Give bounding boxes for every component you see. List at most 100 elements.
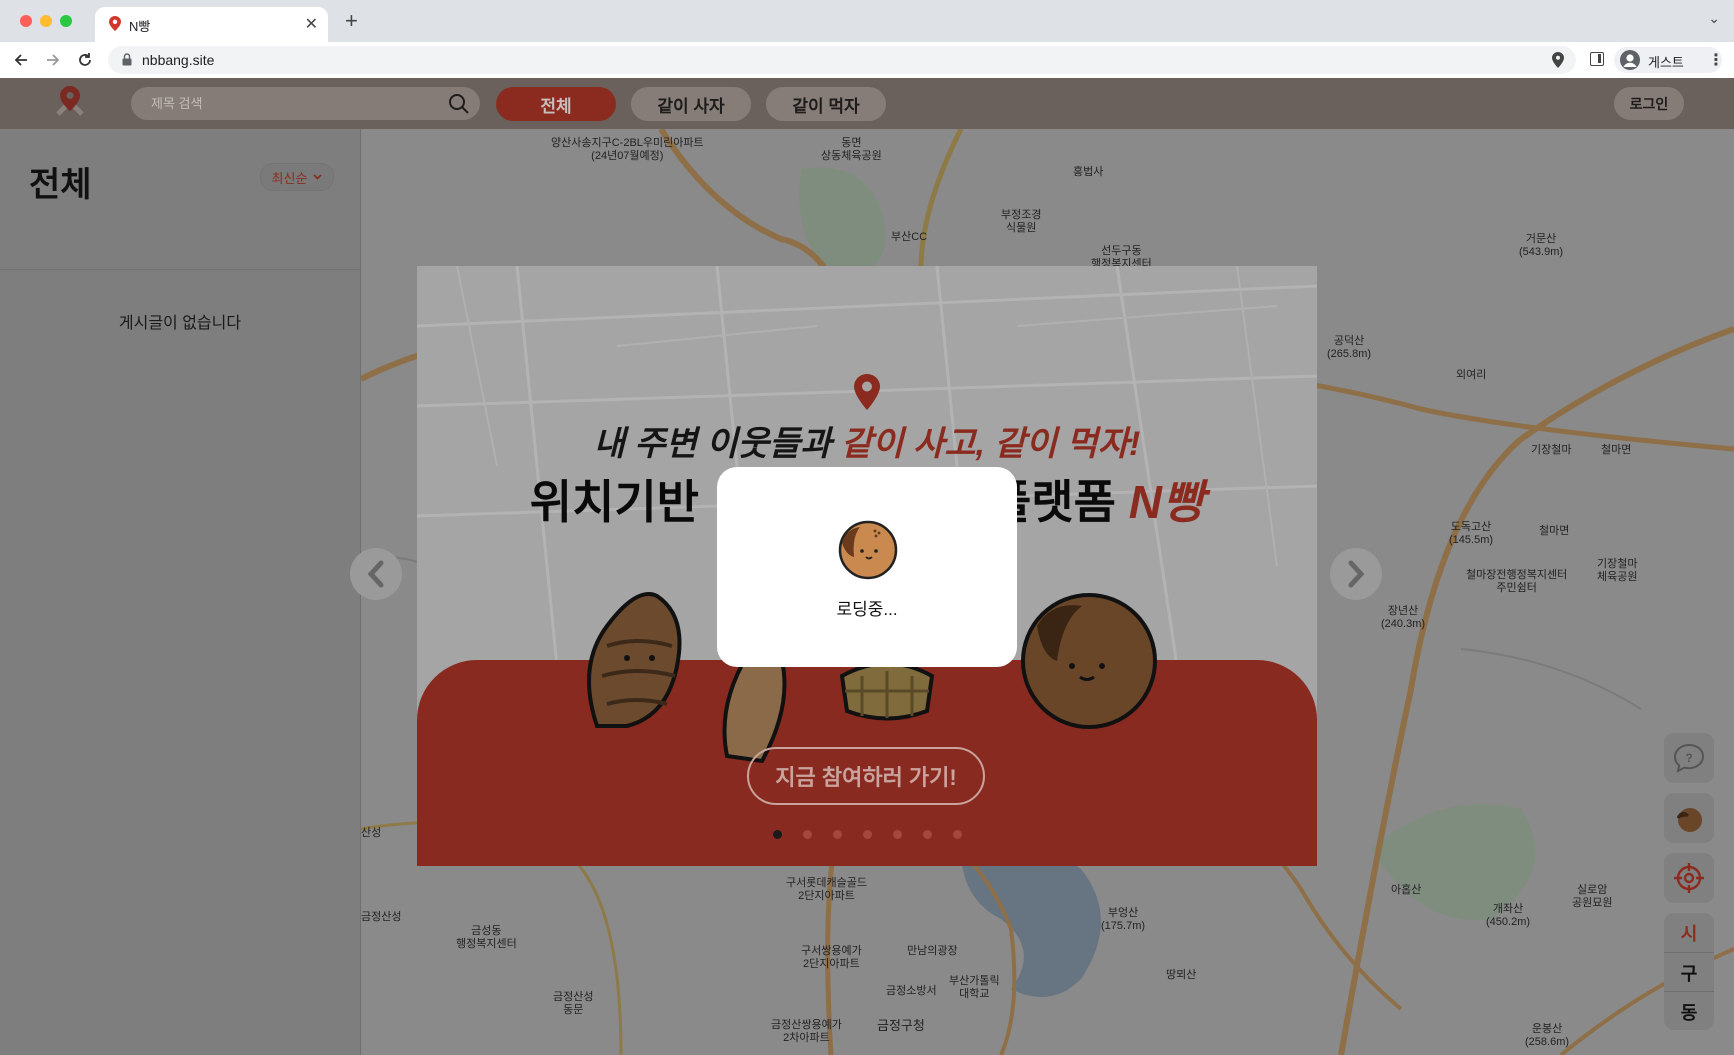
empty-post-message: 게시글이 없습니다 <box>118 315 242 332</box>
banner-headline-prefix: 내 주변 이웃들과 <box>593 425 841 463</box>
map-label: 외여리 <box>1456 369 1487 381</box>
loading-dialog: 로딩중... <box>717 467 1017 667</box>
arrow-left-icon <box>14 54 27 66</box>
back-button[interactable] <box>9 48 33 72</box>
map-label: 거문산 (543.9m) <box>1519 233 1564 258</box>
map-label: 기장철마 <box>1531 444 1572 456</box>
map-label: 홍법사 <box>1073 166 1104 178</box>
banner-headline: 내 주변 이웃들과 같이 사고, 같이 먹자! <box>417 416 1317 465</box>
bread-character-icon <box>1676 808 1702 832</box>
sort-label: 최신순 <box>271 170 308 186</box>
browser-tab-bar: N빵 ✕ + ⌄ <box>0 0 1734 42</box>
map-label: 양산사송지구C-2BL우미린아파트 (24년07월예정) <box>551 137 704 162</box>
url-text: nbbang.site <box>142 52 215 68</box>
chat-help-icon: ? <box>1673 743 1705 773</box>
bread-character-icon <box>838 520 898 580</box>
carousel-next-button[interactable] <box>1330 548 1382 600</box>
reload-button[interactable] <box>73 48 97 72</box>
divider <box>0 269 360 270</box>
carousel-dot-active[interactable] <box>773 830 782 839</box>
carousel-dot[interactable] <box>863 830 872 839</box>
map-label: 만남의광장 <box>907 945 958 957</box>
carousel-dot[interactable] <box>953 830 962 839</box>
map-label: 기장철마 체육공원 <box>1597 558 1638 583</box>
map-label: 금정구청 <box>877 1018 925 1033</box>
current-location-button[interactable] <box>1664 853 1714 903</box>
address-bar[interactable]: nbbang.site <box>108 46 1576 74</box>
lock-icon <box>122 53 132 66</box>
region-level-city[interactable]: 시 <box>1664 913 1714 952</box>
carousel-dot[interactable] <box>803 830 812 839</box>
map-label: 운봉산 (258.6m) <box>1525 1023 1570 1048</box>
map-label: 금정산성 <box>361 911 402 923</box>
side-panel-icon[interactable] <box>1590 52 1604 66</box>
chevron-left-icon <box>367 560 384 588</box>
more-menu-icon[interactable]: ⋮ <box>1708 50 1724 70</box>
banner-brand: N빵 <box>1128 476 1205 528</box>
map-label: 공덕산 (265.8m) <box>1327 335 1372 360</box>
map-label: 땅뫼산 <box>1166 969 1197 981</box>
profile-label: 게스트 <box>1648 55 1684 70</box>
map-label: 금정소방서 <box>886 985 937 997</box>
map-pin-icon <box>854 374 880 410</box>
carousel-dot[interactable] <box>923 830 932 839</box>
map-label: 철마장전행정복지센터 주민쉼터 <box>1466 569 1568 594</box>
sidebar-title: 전체 <box>29 166 92 204</box>
search-icon[interactable] <box>448 93 470 115</box>
person-icon <box>1620 50 1640 70</box>
map-label: 구서쌍용예가 2단지아파트 <box>801 945 862 970</box>
search-box <box>131 87 480 120</box>
browser-tab[interactable]: N빵 ✕ <box>95 7 328 42</box>
bread-character-button[interactable] <box>1664 793 1714 843</box>
join-now-button[interactable]: 지금 참여하러 가기! <box>747 747 985 805</box>
login-button[interactable]: 로그인 <box>1614 87 1684 120</box>
carousel-dot[interactable] <box>893 830 902 839</box>
tab-buy-together[interactable]: 같이 사자 <box>631 87 751 121</box>
location-permission-icon[interactable] <box>1552 52 1564 68</box>
map-label: 도독고산 (145.5m) <box>1449 521 1494 546</box>
map-label: 아홉산 <box>1391 884 1422 896</box>
round-bread-character-icon <box>1021 593 1157 729</box>
croissant-character-icon <box>587 592 682 728</box>
crosshair-icon <box>1674 863 1704 893</box>
map-label: 산성 <box>361 827 382 839</box>
forward-button[interactable] <box>41 48 65 72</box>
window-maximize-button[interactable] <box>60 15 72 27</box>
map-label: 실로암 공원묘원 <box>1572 884 1613 909</box>
reload-icon <box>79 53 91 66</box>
map-label: 동면 상동체육공원 <box>821 137 882 162</box>
region-level-selector: 시 구 동 <box>1664 913 1714 1030</box>
window-close-button[interactable] <box>20 15 32 27</box>
pin-favicon-icon <box>109 16 121 31</box>
search-input[interactable] <box>151 87 441 120</box>
map-label: 부정조경 식물원 <box>1001 209 1042 234</box>
window-minimize-button[interactable] <box>40 15 52 27</box>
app-logo-icon[interactable] <box>52 84 88 122</box>
region-level-district[interactable]: 구 <box>1664 952 1714 992</box>
map-label: 철마면 <box>1539 525 1570 537</box>
tab-eat-together[interactable]: 같이 먹자 <box>766 87 886 121</box>
new-tab-button[interactable]: + <box>345 8 358 34</box>
profile-button[interactable]: 게스트 <box>1614 47 1722 73</box>
loading-text: 로딩중... <box>836 600 898 619</box>
help-chat-button[interactable]: ? <box>1664 733 1714 783</box>
arrow-right-icon <box>47 54 60 66</box>
map-label: 철마면 <box>1601 444 1632 456</box>
chevron-down-icon <box>313 174 323 180</box>
tab-close-icon[interactable]: ✕ <box>305 14 318 34</box>
map-label: 구서롯데캐슬골드 2단지아파트 <box>786 877 867 902</box>
carousel-prev-button[interactable] <box>350 548 402 600</box>
sort-select[interactable]: 최신순 <box>260 163 334 191</box>
map-label: 개좌산 (450.2m) <box>1486 903 1531 928</box>
chevron-right-icon <box>1348 560 1365 588</box>
tab-title: N빵 <box>129 19 151 34</box>
carousel-dot[interactable] <box>833 830 842 839</box>
app-header: 전체 같이 사자 같이 먹자 로그인 <box>0 78 1734 129</box>
map-label: 금성동 행정복지센터 <box>456 925 517 950</box>
map-label: 금정산성 동문 <box>553 991 594 1016</box>
map-label: 부산가톨릭 대학교 <box>949 975 1000 1000</box>
region-level-neighborhood[interactable]: 동 <box>1664 991 1714 1031</box>
banner-headline-highlight: 같이 사고, 같이 먹자! <box>840 425 1141 463</box>
tab-all[interactable]: 전체 <box>496 87 616 121</box>
chevron-down-icon[interactable]: ⌄ <box>1708 10 1720 27</box>
